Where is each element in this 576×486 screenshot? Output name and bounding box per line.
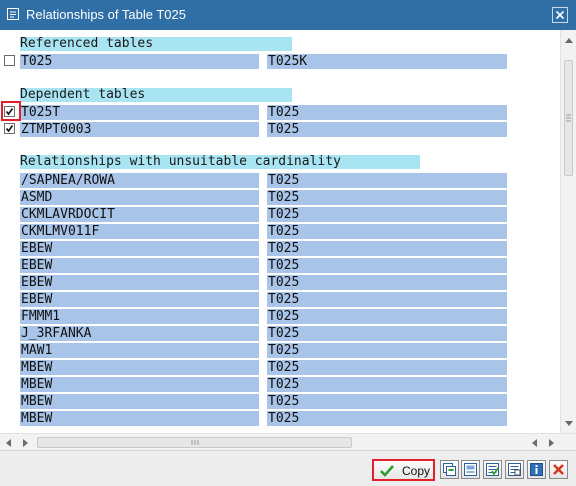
title-bar: Relationships of Table T025 — [0, 0, 576, 30]
grip-icon — [566, 114, 571, 122]
copy-button-label: Copy — [402, 464, 431, 478]
copy-button[interactable]: Copy — [372, 459, 435, 481]
deselect-all-button[interactable] — [505, 460, 524, 479]
table-row: FMMM1 T025 — [0, 309, 560, 324]
table-cell: MBEW — [20, 411, 259, 426]
table-cell: T025 — [267, 377, 507, 392]
table-cell: T025 — [267, 224, 507, 239]
table-cell: T025 — [267, 411, 507, 426]
table-row: EBEW T025 — [0, 292, 560, 307]
table-cell: T025 — [267, 309, 507, 324]
table-cell: MBEW — [20, 377, 259, 392]
information-icon — [530, 463, 543, 476]
scroll-right-icon[interactable] — [546, 438, 556, 448]
table-cell: CKMLAVRDOCIT — [20, 207, 259, 222]
grip-icon — [191, 440, 199, 445]
scroll-up-icon[interactable] — [564, 36, 574, 46]
table-row: ZTMPT0003 T025 — [0, 122, 560, 137]
table-cell: T025 — [267, 292, 507, 307]
table-cell: T025 — [267, 241, 507, 256]
table-cell: EBEW — [20, 241, 259, 256]
table-row: T025T T025 — [0, 105, 560, 120]
table-row: MBEW T025 — [0, 394, 560, 409]
table-cell: T025 — [267, 343, 507, 358]
vertical-scroll-thumb[interactable] — [564, 60, 573, 176]
table-cell: MBEW — [20, 394, 259, 409]
table-cell: MAW1 — [20, 343, 259, 358]
scroll-left-icon[interactable] — [530, 438, 540, 448]
table-cell: T025 — [267, 258, 507, 273]
horizontal-scroll-thumb[interactable] — [37, 437, 352, 448]
table-row: MBEW T025 — [0, 360, 560, 375]
information-button[interactable] — [527, 460, 546, 479]
table-row: CKMLAVRDOCIT T025 — [0, 207, 560, 222]
table-row: EBEW T025 — [0, 275, 560, 290]
table-row: MAW1 T025 — [0, 343, 560, 358]
table-row: MBEW T025 — [0, 377, 560, 392]
table-cell: T025T — [20, 105, 259, 120]
table-cell: J_3RFANKA — [20, 326, 259, 341]
select-all-button[interactable] — [483, 460, 502, 479]
table-cell: T025 — [267, 105, 507, 120]
table-cell: MBEW — [20, 360, 259, 375]
select-all-icon — [486, 463, 499, 476]
table-cell: EBEW — [20, 292, 259, 307]
table-cell: EBEW — [20, 258, 259, 273]
copy-rows-button[interactable] — [440, 460, 459, 479]
table-row: /SAPNEA/ROWA T025 — [0, 173, 560, 188]
table-cell: /SAPNEA/ROWA — [20, 173, 259, 188]
relationship-list: Referenced tables T025 T025K Dependent t… — [0, 30, 560, 433]
window-menu-icon[interactable] — [7, 8, 19, 20]
section-header-unsuitable: Relationships with unsuitable cardinalit… — [20, 155, 420, 169]
table-row: J_3RFANKA T025 — [0, 326, 560, 341]
table-row: CKMLMV011F T025 — [0, 224, 560, 239]
display-button[interactable] — [461, 460, 480, 479]
close-icon — [555, 10, 565, 20]
cancel-button[interactable] — [549, 460, 568, 479]
section-header-referenced: Referenced tables — [20, 37, 292, 51]
table-cell: ZTMPT0003 — [20, 122, 259, 137]
table-row: EBEW T025 — [0, 241, 560, 256]
scroll-right-icon[interactable] — [20, 438, 30, 448]
copy-rows-icon — [443, 463, 456, 476]
window-title: Relationships of Table T025 — [26, 7, 186, 22]
row-checkbox[interactable] — [4, 123, 15, 134]
table-cell: FMMM1 — [20, 309, 259, 324]
table-cell: T025 — [20, 54, 259, 69]
deselect-all-icon — [508, 463, 521, 476]
table-cell: CKMLMV011F — [20, 224, 259, 239]
scroll-left-icon[interactable] — [4, 438, 14, 448]
table-cell: T025 — [267, 326, 507, 341]
checkmark-icon — [5, 125, 14, 133]
checkbox-highlight — [1, 101, 21, 121]
table-row: ASMD T025 — [0, 190, 560, 205]
table-cell: EBEW — [20, 275, 259, 290]
table-cell: T025K — [267, 54, 507, 69]
table-row: EBEW T025 — [0, 258, 560, 273]
table-row: T025 T025K — [0, 54, 560, 69]
table-row: MBEW T025 — [0, 411, 560, 426]
horizontal-scrollbar[interactable] — [0, 433, 576, 450]
table-cell: ASMD — [20, 190, 259, 205]
check-icon — [380, 465, 394, 477]
display-icon — [464, 463, 477, 476]
table-cell: T025 — [267, 190, 507, 205]
section-header-dependent: Dependent tables — [20, 88, 292, 102]
dialog-toolbar: Copy — [0, 450, 576, 486]
row-checkbox[interactable] — [4, 55, 15, 66]
table-cell: T025 — [267, 207, 507, 222]
table-cell: T025 — [267, 173, 507, 188]
cancel-icon — [553, 464, 564, 475]
table-cell: T025 — [267, 360, 507, 375]
table-cell: T025 — [267, 275, 507, 290]
vertical-scrollbar[interactable] — [560, 30, 576, 433]
close-window-button[interactable] — [552, 7, 568, 23]
table-cell: T025 — [267, 122, 507, 137]
table-cell: T025 — [267, 394, 507, 409]
scroll-down-icon[interactable] — [564, 418, 574, 428]
